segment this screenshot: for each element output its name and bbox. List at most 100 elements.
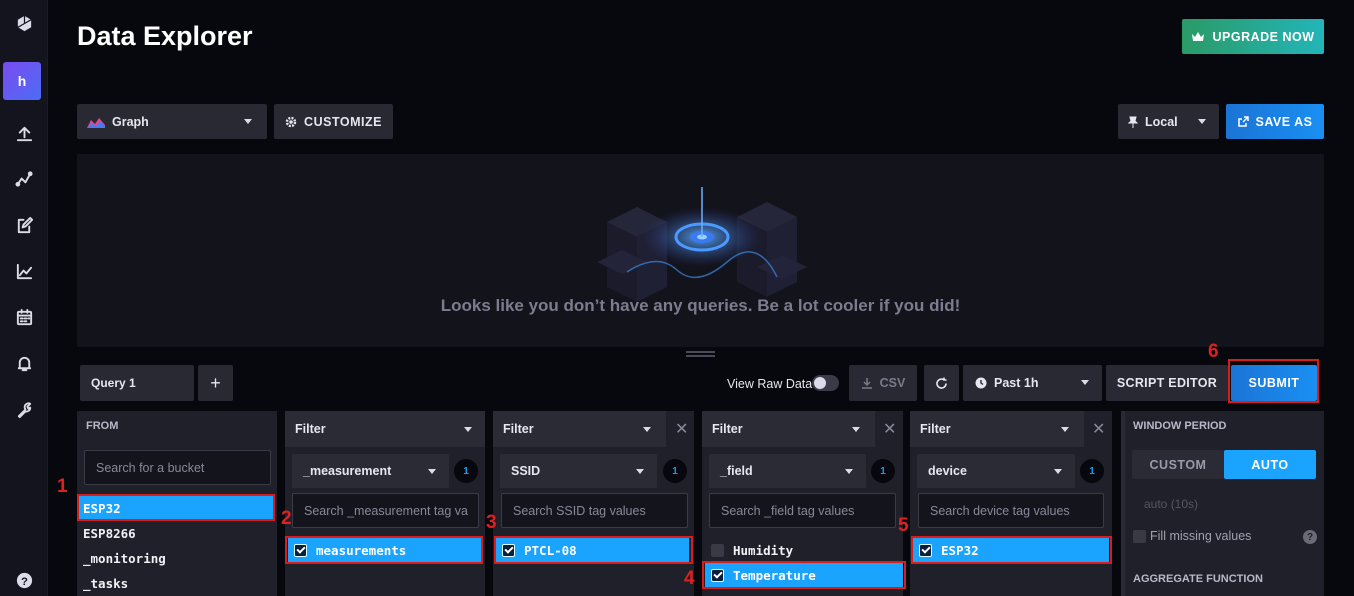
close-icon[interactable]: ✕: [1092, 419, 1105, 439]
highlight-box: [494, 536, 693, 564]
save-as-button[interactable]: SAVE AS: [1226, 104, 1324, 139]
logo-icon[interactable]: [0, 8, 48, 38]
bucket-item[interactable]: ESP8266: [79, 521, 273, 545]
annotation-number: 2: [281, 508, 292, 529]
org-avatar[interactable]: h: [3, 62, 41, 100]
annotation-number: 5: [898, 515, 909, 536]
bucket-search-placeholder: Search for a bucket: [96, 460, 205, 475]
selected-count-badge: 1: [1080, 459, 1104, 483]
csv-label: CSV: [879, 376, 906, 390]
add-query-button[interactable]: +: [198, 365, 233, 401]
tag-search-input[interactable]: Search device tag values: [918, 493, 1104, 528]
custom-label: CUSTOM: [1149, 457, 1207, 472]
tab-query-1[interactable]: Query 1: [80, 365, 194, 401]
chart-icon[interactable]: [0, 256, 48, 286]
clock-icon: [975, 377, 987, 389]
resize-handle[interactable]: [686, 351, 715, 353]
time-range-dropdown[interactable]: Past 1h: [963, 365, 1102, 401]
aggregate-function-label: AGGREGATE FUNCTION: [1133, 573, 1263, 585]
csv-button[interactable]: CSV: [849, 365, 917, 401]
upgrade-now-button[interactable]: UPGRADE NOW: [1182, 19, 1324, 54]
fill-missing-checkbox[interactable]: [1133, 530, 1146, 543]
fill-missing-label: Fill missing values: [1150, 529, 1252, 543]
window-period-label: WINDOW PERIOD: [1133, 420, 1227, 432]
help-icon[interactable]: ?: [0, 565, 48, 595]
highlight-box: [702, 561, 906, 589]
toggle-knob: [814, 377, 826, 389]
calendar-icon[interactable]: [0, 302, 48, 332]
auto-button[interactable]: AUTO: [1224, 450, 1316, 479]
auto-label: AUTO: [1251, 457, 1289, 472]
auto-period-value: auto (10s): [1144, 497, 1199, 511]
crown-icon: [1192, 31, 1205, 41]
script-editor-button[interactable]: SCRIPT EDITOR: [1106, 365, 1228, 401]
empty-graph-message: Looks like you don’t have any queries. B…: [440, 296, 961, 315]
bell-icon[interactable]: [0, 348, 48, 378]
filter-header-label: Filter: [920, 422, 951, 436]
bucket-item[interactable]: _monitoring: [79, 546, 273, 570]
svg-text:?: ?: [21, 575, 28, 587]
filter-header-label: Filter: [503, 422, 534, 436]
filter-function-dropdown[interactable]: Filter: [285, 411, 485, 447]
chevron-down-icon: [1198, 119, 1206, 124]
filter-panel: Filter ✕ SSID 1 Search SSID tag values P…: [493, 411, 694, 596]
filter-key-label: _measurement: [303, 464, 392, 478]
timezone-dropdown[interactable]: Local: [1118, 104, 1219, 139]
chevron-down-icon: [852, 427, 860, 432]
tag-search-placeholder: Search SSID tag values: [513, 503, 646, 518]
pulse-icon[interactable]: [0, 164, 48, 194]
graph-type-dropdown[interactable]: Graph: [77, 104, 267, 139]
time-range-label: Past 1h: [994, 376, 1039, 390]
page-title: Data Explorer: [77, 21, 253, 51]
upload-icon[interactable]: [0, 118, 48, 148]
filter-key-dropdown[interactable]: SSID: [500, 454, 657, 488]
external-link-icon: [1237, 116, 1249, 127]
view-raw-data-toggle[interactable]: [812, 375, 839, 391]
filter-key-dropdown[interactable]: _field: [709, 454, 866, 488]
save-as-label: SAVE AS: [1255, 114, 1313, 129]
filter-function-dropdown[interactable]: Filter: [702, 411, 875, 447]
close-icon[interactable]: ✕: [675, 419, 688, 439]
filter-key-dropdown[interactable]: device: [917, 454, 1075, 488]
annotation-number: 6: [1208, 341, 1219, 362]
tag-search-input[interactable]: Search _measurement tag va: [292, 493, 479, 528]
chevron-down-icon: [428, 469, 436, 474]
graph-type-icon: [87, 117, 105, 128]
query-tab-label: Query 1: [91, 376, 136, 390]
annotation-number: 1: [57, 476, 68, 497]
edit-icon[interactable]: [0, 210, 48, 240]
highlight-box: [285, 536, 483, 564]
customize-label: CUSTOMIZE: [304, 114, 382, 129]
filter-function-dropdown[interactable]: Filter: [910, 411, 1084, 447]
chevron-down-icon: [636, 469, 644, 474]
customize-button[interactable]: CUSTOMIZE: [274, 104, 393, 139]
selected-count-badge: 1: [454, 459, 478, 483]
filter-key-dropdown[interactable]: _measurement: [292, 454, 449, 488]
wrench-icon[interactable]: [0, 394, 48, 424]
script-editor-label: SCRIPT EDITOR: [1116, 376, 1218, 390]
close-icon[interactable]: ✕: [883, 419, 896, 439]
help-icon[interactable]: ?: [1303, 530, 1317, 544]
bucket-search-input[interactable]: Search for a bucket: [84, 450, 271, 485]
highlight-box: [911, 536, 1112, 564]
tag-value-item[interactable]: Humidity: [705, 538, 900, 562]
pin-icon: [1128, 116, 1138, 128]
tag-search-input[interactable]: Search _field tag values: [709, 493, 896, 528]
filter-function-dropdown[interactable]: Filter: [493, 411, 666, 447]
filter-key-label: _field: [720, 464, 753, 478]
tag-search-input[interactable]: Search SSID tag values: [501, 493, 688, 528]
bucket-item[interactable]: _tasks: [79, 571, 273, 595]
bucket-label: ESP8266: [83, 525, 136, 541]
filter-panel: Filter _measurement 1 Search _measuremen…: [285, 411, 485, 596]
custom-button[interactable]: CUSTOM: [1132, 450, 1224, 479]
resize-handle-line: [686, 355, 715, 357]
graph-type-label: Graph: [112, 114, 149, 129]
selected-count-badge: 1: [663, 459, 687, 483]
filter-panel: Filter ✕ device 1 Search device tag valu…: [910, 411, 1112, 596]
refresh-button[interactable]: [924, 365, 959, 401]
add-query-label: +: [210, 372, 221, 393]
filter-header-label: Filter: [712, 422, 743, 436]
checkbox-unchecked[interactable]: [711, 543, 724, 557]
filter-key-label: device: [928, 464, 967, 478]
tag-search-placeholder: Search _field tag values: [721, 503, 855, 518]
